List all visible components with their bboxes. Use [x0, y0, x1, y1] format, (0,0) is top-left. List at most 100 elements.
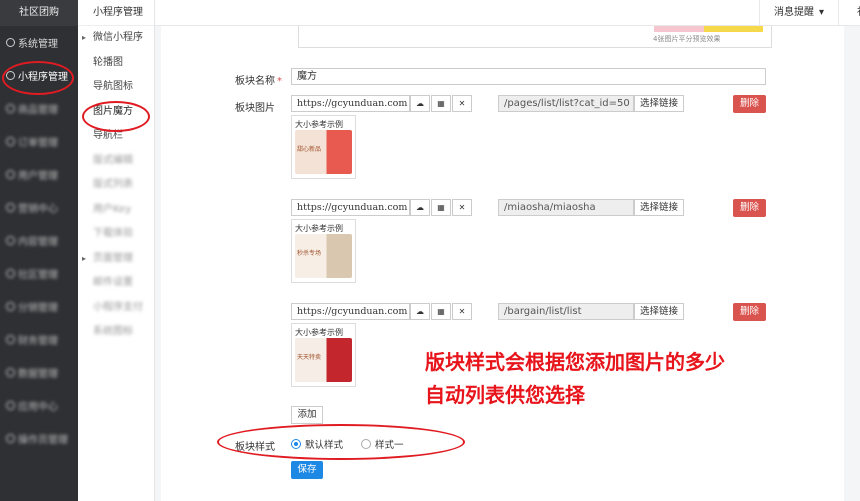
add-button[interactable]: 添加 [291, 406, 323, 424]
close-icon[interactable]: ✕ [452, 199, 472, 216]
sidebar-item[interactable]: 订单管理 [0, 125, 78, 158]
image-url-input[interactable]: https://gcyunduan.com [291, 303, 410, 320]
grid-icon[interactable]: ▦ [431, 95, 451, 112]
subnav-item-label: 用户Key [93, 203, 132, 215]
sidebar-item-label: 商品管理 [18, 105, 58, 116]
menu-icon [6, 401, 15, 410]
subnav-item-label: 导航图标 [93, 81, 133, 92]
subnav-title: 小程序管理 [78, 0, 154, 26]
subnav-item[interactable]: 用户Key [78, 198, 154, 223]
thumbnail-title: 大小参考示例 [295, 224, 343, 233]
sidebar-item[interactable]: 数据管理 [0, 356, 78, 389]
image-url-input[interactable]: https://gcyunduan.com [291, 95, 410, 112]
menu-icon [6, 434, 15, 443]
menu-icon [6, 137, 15, 146]
block-image-label: 板块图片 [235, 103, 275, 114]
thumbnail-title: 大小参考示例 [295, 328, 343, 337]
image-thumbnail: 大小参考示例 秒杀专场 [291, 219, 356, 283]
brand-title: 社区团购 [0, 0, 78, 26]
menu-icon [6, 203, 15, 212]
subnav-item[interactable]: 小程序支付 [78, 296, 154, 321]
subnav-item[interactable]: 下载体验 [78, 222, 154, 247]
sidebar-item[interactable]: 营销中心 [0, 191, 78, 224]
grid-icon[interactable]: ▦ [431, 199, 451, 216]
thumbnail-subtitle: 天天特卖 [297, 354, 322, 361]
subnav-item[interactable]: 版式编辑 [78, 149, 154, 174]
subnav-item-label: 版式列表 [93, 179, 133, 190]
close-icon[interactable]: ✕ [452, 95, 472, 112]
sidebar-item-label: 营销中心 [18, 204, 58, 215]
menu-icon [6, 335, 15, 344]
sidebar-item[interactable]: 操作员管理 [0, 422, 78, 455]
sidebar-item-label: 操作员管理 [18, 435, 68, 446]
sidebar-item[interactable]: 商品管理 [0, 92, 78, 125]
image-thumbnail: 大小参考示例 天天特卖 [291, 323, 356, 387]
sidebar-item-label: 应用中心 [18, 402, 58, 413]
menu-icon [6, 170, 15, 179]
highlight-ellipse-sidebar [2, 61, 74, 95]
thumbnail-image: 甜心新品 [295, 130, 352, 174]
sidebar-item[interactable]: 用户管理 [0, 158, 78, 191]
subnav-item-label: 小程序支付 [93, 301, 143, 313]
thumbnail-subtitle: 甜心新品 [297, 146, 322, 153]
sub-sidebar: 小程序管理 微信小程序轮播图导航图标图片魔方导航栏版式编辑版式列表用户Key下载… [78, 0, 155, 501]
grid-icon[interactable]: ▦ [431, 303, 451, 320]
preview-bar-pink [654, 26, 704, 32]
menu-icon [6, 38, 15, 47]
subnav-item[interactable]: 轮播图 [78, 51, 154, 76]
sidebar-item-label: 数据管理 [18, 369, 58, 380]
upload-icon[interactable]: ☁ [410, 303, 430, 320]
preview-bar-yellow [704, 26, 763, 32]
sidebar-item-label: 财务管理 [18, 336, 58, 347]
sidebar-item-label: 系统管理 [18, 39, 58, 50]
sidebar-item[interactable]: 应用中心 [0, 389, 78, 422]
subnav-item[interactable]: 版式列表 [78, 173, 154, 198]
delete-button[interactable]: 删除 [733, 199, 766, 217]
image-url-input[interactable]: https://gcyunduan.com [291, 199, 410, 216]
block-name-input[interactable]: 魔方 [291, 68, 766, 85]
subnav-item-label: 页面管理 [93, 252, 133, 264]
upload-icon[interactable]: ☁ [410, 95, 430, 112]
preview-note: 4张图片平分预览效果 [653, 35, 721, 43]
delete-button[interactable]: 删除 [733, 303, 766, 321]
sidebar-item[interactable]: 财务管理 [0, 323, 78, 356]
menu-icon [6, 368, 15, 377]
thumbnail-image: 秒杀专场 [295, 234, 352, 278]
subnav-item-label: 下载体验 [93, 228, 133, 239]
subnav-item-label: 版式编辑 [93, 154, 133, 166]
subnav-item[interactable]: 邮件设置 [78, 271, 154, 296]
close-icon[interactable]: ✕ [452, 303, 472, 320]
choose-link-button[interactable]: 选择链接 [634, 199, 684, 216]
subnav-item[interactable]: 微信小程序 [78, 26, 154, 51]
subnav-item-label: 微信小程序 [93, 32, 143, 43]
topbar-extra[interactable]: 社 [847, 0, 860, 26]
choose-link-button[interactable]: 选择链接 [634, 95, 684, 112]
sidebar-item[interactable]: 系统管理 [0, 26, 78, 59]
annotation-line-1: 版块样式会根据您添加图片的多少 [425, 350, 725, 374]
delete-button[interactable]: 删除 [733, 95, 766, 113]
upload-icon[interactable]: ☁ [410, 199, 430, 216]
thumbnail-title: 大小参考示例 [295, 120, 343, 129]
sidebar-item-label: 订单管理 [18, 138, 58, 149]
choose-link-button[interactable]: 选择链接 [634, 303, 684, 320]
subnav-item[interactable]: 系统图标 [78, 320, 154, 345]
link-url-input[interactable]: /pages/list/list?cat_id=50 [498, 95, 634, 112]
subnav-item[interactable]: 导航图标 [78, 75, 154, 100]
sidebar-item-label: 用户管理 [18, 171, 58, 182]
sidebar-item-label: 分销管理 [18, 303, 58, 314]
sidebar-item[interactable]: 社区管理 [0, 257, 78, 290]
subnav-item-label: 轮播图 [93, 56, 123, 68]
highlight-ellipse-style [217, 424, 465, 460]
messages-dropdown[interactable]: 消息提醒 [759, 0, 840, 26]
subnav-item[interactable]: 页面管理 [78, 247, 154, 272]
image-thumbnail: 大小参考示例 甜心新品 [291, 115, 356, 179]
sidebar-item-label: 内容管理 [18, 237, 58, 248]
sidebar-item[interactable]: 内容管理 [0, 224, 78, 257]
menu-icon [6, 302, 15, 311]
link-url-input[interactable]: /bargain/list/list [498, 303, 634, 320]
save-button[interactable]: 保存 [291, 461, 323, 479]
menu-icon [6, 236, 15, 245]
top-bar: 消息提醒 社 [155, 0, 860, 26]
sidebar-item[interactable]: 分销管理 [0, 290, 78, 323]
link-url-input[interactable]: /miaosha/miaosha [498, 199, 634, 216]
